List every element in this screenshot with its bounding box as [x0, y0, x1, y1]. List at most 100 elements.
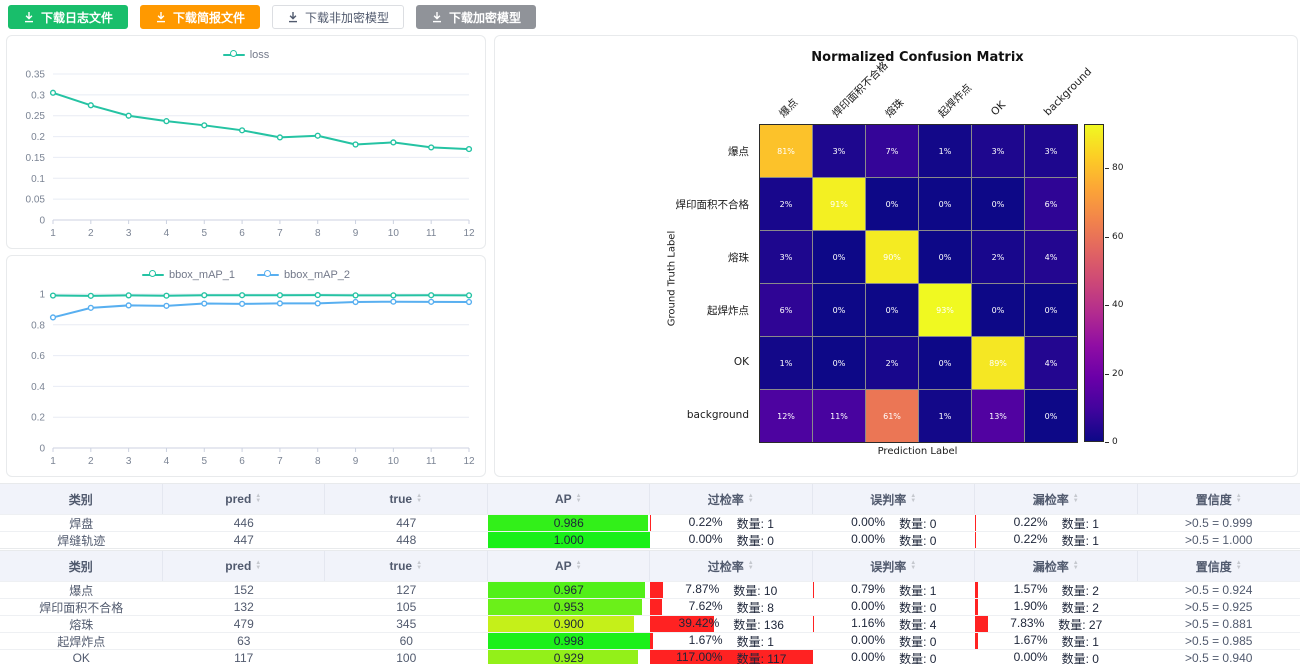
data-point[interactable]: [429, 299, 434, 304]
header-label: 置信度: [1196, 491, 1232, 508]
data-point[interactable]: [429, 293, 434, 298]
table-header-true[interactable]: true▲▼: [325, 551, 488, 581]
data-point[interactable]: [51, 315, 56, 320]
matrix-column-label: background: [1042, 66, 1094, 118]
data-point[interactable]: [202, 293, 207, 298]
data-point[interactable]: [353, 293, 358, 298]
data-point[interactable]: [240, 293, 245, 298]
data-point[interactable]: [278, 293, 283, 298]
data-point[interactable]: [467, 293, 472, 298]
data-point[interactable]: [164, 119, 169, 124]
ap-cell: 0.953: [488, 599, 651, 615]
confidence-cell: >0.5 = 0.925: [1138, 599, 1300, 615]
miss-rate-cell: 7.83%数量: 27: [975, 616, 1138, 632]
data-point[interactable]: [278, 135, 283, 140]
download-log-button[interactable]: 下载日志文件: [8, 5, 128, 29]
data-point[interactable]: [429, 145, 434, 150]
matrix-row-label: 焊印面积不合格: [495, 197, 749, 212]
data-point[interactable]: [278, 301, 283, 306]
map-chart-card: bbox_mAP_1 bbox_mAP_2 00.20.40.60.811234…: [6, 255, 486, 477]
legend-item-bbox-map-2[interactable]: bbox_mAP_2: [257, 265, 350, 284]
data-point[interactable]: [391, 140, 396, 145]
data-point[interactable]: [391, 299, 396, 304]
y-tick-label: 1: [39, 290, 45, 301]
data-point[interactable]: [126, 303, 131, 308]
data-point[interactable]: [51, 90, 56, 95]
rate-count: 数量: 0: [737, 532, 774, 548]
table-header-pred[interactable]: pred▲▼: [163, 484, 326, 514]
table-header-misjudge[interactable]: 误判率▲▼: [813, 484, 976, 514]
data-point[interactable]: [202, 301, 207, 306]
sort-caret-icon: ▲▼: [748, 561, 754, 571]
data-point[interactable]: [88, 305, 93, 310]
data-point[interactable]: [126, 293, 131, 298]
data-point[interactable]: [240, 301, 245, 306]
table-header-confidence[interactable]: 置信度▲▼: [1138, 484, 1300, 514]
x-tick-label: 8: [315, 228, 321, 239]
table-header-pred[interactable]: pred▲▼: [163, 551, 326, 581]
matrix-cell: 0%: [919, 337, 971, 389]
data-point[interactable]: [126, 113, 131, 118]
data-point[interactable]: [88, 103, 93, 108]
table-header-overcheck[interactable]: 过检率▲▼: [650, 484, 813, 514]
download-plain-model-button[interactable]: 下载非加密模型: [272, 5, 404, 29]
misjudge-rate-cell: 0.00%数量: 0: [813, 515, 976, 531]
table-header-miss[interactable]: 漏检率▲▼: [975, 484, 1138, 514]
header-label: 过检率: [708, 491, 744, 508]
rate-percent: 0.00%: [851, 599, 885, 615]
table-header-ap[interactable]: AP ▲▼: [488, 484, 651, 514]
table-header-misjudge[interactable]: 误判率▲▼: [813, 551, 976, 581]
true-cell: 447: [325, 515, 488, 531]
rate-percent: 7.83%: [1010, 616, 1044, 632]
rate-percent: 0.22%: [689, 515, 723, 531]
data-point[interactable]: [164, 293, 169, 298]
table-header-overcheck[interactable]: 过检率▲▼: [650, 551, 813, 581]
legend-item-bbox-map-1[interactable]: bbox_mAP_1: [142, 265, 235, 284]
table-header-confidence[interactable]: 置信度▲▼: [1138, 551, 1300, 581]
download-encrypted-model-button[interactable]: 下载加密模型: [416, 5, 536, 29]
ap-value: 0.967: [554, 583, 584, 597]
data-point[interactable]: [467, 300, 472, 305]
matrix-row-label: OK: [495, 356, 749, 368]
sort-caret-icon: ▲▼: [576, 561, 582, 571]
data-point[interactable]: [353, 142, 358, 147]
map-chart-legend: bbox_mAP_1 bbox_mAP_2: [7, 256, 485, 284]
x-tick-label: 11: [426, 228, 437, 239]
rate-count: 数量: 117: [737, 650, 787, 664]
sort-caret-icon: ▲▼: [910, 561, 916, 571]
data-point[interactable]: [88, 293, 93, 298]
overcheck-rate-cell: 39.42%数量: 136: [650, 616, 813, 632]
download-icon: [287, 11, 299, 23]
data-point[interactable]: [164, 303, 169, 308]
rate-percent: 0.22%: [1014, 532, 1048, 548]
overcheck-rate-bar: [650, 633, 653, 649]
data-point[interactable]: [315, 133, 320, 138]
table-header-miss[interactable]: 漏检率▲▼: [975, 551, 1138, 581]
data-point[interactable]: [202, 123, 207, 128]
data-point[interactable]: [51, 293, 56, 298]
data-point[interactable]: [353, 300, 358, 305]
data-point[interactable]: [240, 128, 245, 133]
confusion-matrix-title: Normalized Confusion Matrix: [759, 50, 1076, 65]
data-point[interactable]: [315, 301, 320, 306]
matrix-cell: 7%: [866, 125, 918, 177]
matrix-cell: 90%: [866, 231, 918, 283]
ap-cell: 0.929: [488, 650, 651, 664]
x-tick-label: 4: [164, 228, 170, 239]
rate-count: 数量: 1: [1062, 633, 1099, 649]
rate-percent: 7.62%: [689, 599, 723, 615]
sort-caret-icon: ▲▼: [576, 494, 582, 504]
download-report-button[interactable]: 下载简报文件: [140, 5, 260, 29]
overcheck-rate-cell: 117.00%数量: 117: [650, 650, 813, 664]
legend-marker-icon: [257, 270, 279, 279]
header-label: AP: [555, 492, 572, 506]
y-tick-label: 0: [39, 216, 45, 227]
data-point[interactable]: [391, 293, 396, 298]
table-header-true[interactable]: true▲▼: [325, 484, 488, 514]
overcheck-rate-bar: [650, 582, 663, 598]
legend-item-loss[interactable]: loss: [223, 45, 270, 64]
data-point[interactable]: [315, 293, 320, 298]
data-point[interactable]: [467, 147, 472, 152]
table-header-ap[interactable]: AP▲▼: [488, 551, 651, 581]
colorbar-tick-label: 0: [1112, 437, 1118, 447]
